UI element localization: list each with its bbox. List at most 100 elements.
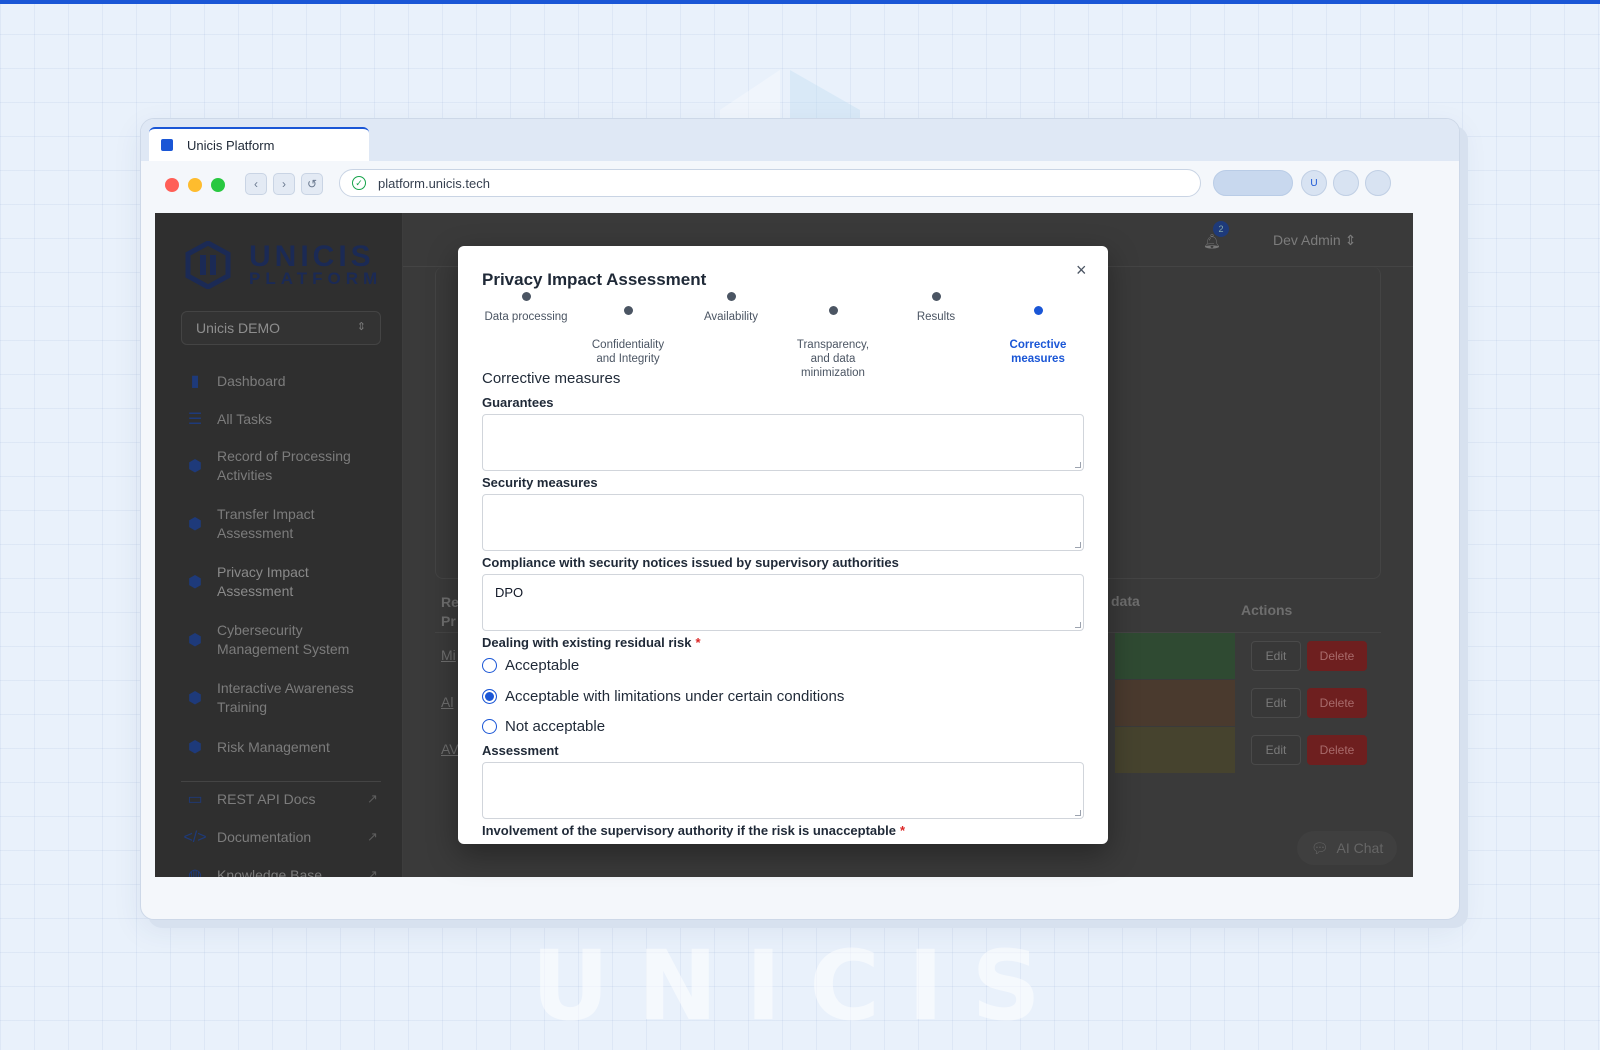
sidebar-item-label: All Tasks: [217, 410, 272, 427]
edit-button[interactable]: Edit: [1251, 641, 1301, 671]
extension-button[interactable]: [1333, 170, 1359, 196]
sidebar-item-label: Risk Management: [217, 738, 330, 755]
step-dot: [931, 292, 941, 301]
sidebar-link-label: Documentation: [217, 828, 312, 845]
security-measures-textarea[interactable]: [482, 494, 1084, 551]
ai-chat-button[interactable]: 💬︎ AI Chat: [1297, 831, 1397, 865]
browser-tab[interactable]: Unicis Platform: [149, 127, 369, 161]
resize-grip-icon[interactable]: [1075, 810, 1081, 816]
assessment-textarea[interactable]: [482, 762, 1084, 819]
step-confidentiality[interactable]: Confidentiality and Integrity: [578, 292, 678, 380]
step-transparency[interactable]: Transparency, and data minimization: [783, 292, 883, 394]
radio-not-acceptable[interactable]: Not acceptable: [482, 718, 605, 735]
forward-arrow-icon[interactable]: ›: [273, 173, 295, 195]
step-dot: [623, 306, 633, 315]
sidebar-link-label: REST API Docs: [217, 790, 316, 807]
risk-color-cell: [1115, 727, 1235, 773]
radio-label: Not acceptable: [505, 718, 606, 735]
compliance-value: DPO: [495, 585, 524, 600]
bar-chart-icon: ▮: [190, 372, 200, 390]
sidebar-item-training[interactable]: ⬢ Interactive Awareness Training: [185, 679, 354, 717]
residual-risk-label-text: Dealing with existing residual risk: [482, 635, 692, 650]
notification-badge: 2: [1213, 221, 1229, 237]
brand-logo[interactable]: UNICIS PLATFORM: [185, 241, 382, 289]
sidebar-item-tia[interactable]: ⬢ Transfer Impact Assessment: [185, 505, 315, 543]
reload-icon[interactable]: ↺: [301, 173, 323, 195]
radio-acceptable-with-limitations[interactable]: Acceptable with limitations under certai…: [482, 688, 844, 705]
required-asterisk: *: [899, 823, 906, 838]
radio-circle[interactable]: [482, 719, 497, 734]
maximize-window-dot[interactable]: [211, 178, 225, 192]
sidebar-item-all-tasks[interactable]: ☰ All Tasks: [185, 409, 272, 429]
sidebar-item-label: Transfer Impact Assessment: [217, 506, 315, 541]
browser-toolbar: ‹ › ↺ ✓ platform.unicis.tech U: [141, 161, 1459, 209]
sidebar-item-ropa[interactable]: ⬢ Record of Processing Activities: [185, 447, 351, 485]
profile-avatar[interactable]: U: [1301, 170, 1327, 196]
brand-subtitle: PLATFORM: [249, 269, 383, 289]
step-dot: [726, 292, 736, 301]
edit-button[interactable]: Edit: [1251, 735, 1301, 765]
assessment-label: Assessment: [482, 743, 559, 758]
sidebar-item-label: Cybersecurity Management System: [217, 622, 350, 657]
guarantees-textarea[interactable]: [482, 414, 1084, 471]
ai-chat-label: AI Chat: [1336, 840, 1384, 856]
sidebar-link-api-docs[interactable]: ▭ REST API Docs ↗: [185, 789, 377, 809]
background-logo-shape: [720, 70, 860, 125]
back-arrow-icon[interactable]: ‹: [245, 173, 267, 195]
step-corrective-measures[interactable]: Corrective measures: [988, 292, 1088, 380]
column-header: Re Pr: [441, 594, 459, 629]
edit-button[interactable]: Edit: [1251, 688, 1301, 718]
resize-grip-icon[interactable]: [1075, 622, 1081, 628]
step-data-processing[interactable]: Data processing: [476, 292, 576, 324]
column-header-actions: Actions: [1241, 602, 1293, 618]
delete-button[interactable]: Delete: [1307, 688, 1367, 718]
radio-acceptable[interactable]: Acceptable: [482, 657, 579, 674]
sidebar-item-dashboard[interactable]: ▮ Dashboard: [185, 371, 286, 391]
external-link-icon: ↗: [367, 867, 378, 877]
close-window-dot[interactable]: [165, 178, 179, 192]
resize-grip-icon[interactable]: [1075, 462, 1081, 468]
radio-circle-selected[interactable]: [482, 689, 497, 704]
sidebar-link-label: Knowledge Base: [217, 866, 323, 878]
brand-name: UNICIS: [249, 239, 375, 273]
resize-grip-icon[interactable]: [1075, 542, 1081, 548]
compliance-textarea[interactable]: DPO: [482, 574, 1084, 631]
risk-icon: ⬢: [188, 738, 202, 756]
radio-label: Acceptable with limitations under certai…: [505, 688, 845, 705]
sidebar-link-documentation[interactable]: </> Documentation ↗: [183, 827, 377, 847]
toolbar-pill-button[interactable]: [1213, 170, 1293, 196]
column-header: data: [1111, 593, 1140, 609]
minimize-window-dot[interactable]: [188, 178, 202, 192]
residual-risk-label: Dealing with existing residual risk *: [482, 635, 701, 650]
sidebar-item-pia[interactable]: ⬢ Privacy Impact Assessment: [185, 563, 309, 601]
user-menu[interactable]: Dev Admin ⇕: [1273, 232, 1356, 249]
close-icon[interactable]: ×: [1076, 260, 1087, 281]
address-bar[interactable]: ✓ platform.unicis.tech: [339, 169, 1201, 197]
sidebar-item-cms[interactable]: ⬢ Cybersecurity Management System: [185, 621, 349, 659]
row-link[interactable]: Al: [441, 694, 453, 710]
radio-circle[interactable]: [482, 658, 497, 673]
sidebar-link-knowledge-base[interactable]: ◍ Knowledge Base ↗: [185, 865, 378, 878]
transfer-icon: ⬢: [188, 515, 202, 533]
external-link-icon: ↗: [367, 791, 378, 806]
unicis-logo-icon: [185, 241, 231, 289]
security-measures-label: Security measures: [482, 475, 598, 490]
step-label: Confidentiality and Integrity: [591, 339, 665, 365]
sidebar-item-label: Record of Processing Activities: [217, 448, 351, 483]
delete-button[interactable]: Delete: [1307, 641, 1367, 671]
organization-select[interactable]: Unicis DEMO ⇕: [181, 311, 381, 345]
external-link-icon: ↗: [367, 829, 378, 844]
delete-button[interactable]: Delete: [1307, 735, 1367, 765]
step-results[interactable]: Results: [886, 292, 986, 324]
step-dot: [521, 292, 531, 301]
sidebar-item-label: Privacy Impact Assessment: [217, 564, 309, 599]
sidebar-item-label: Dashboard: [217, 372, 286, 389]
tab-strip: Unicis Platform: [141, 119, 1459, 161]
sidebar-item-risk[interactable]: ⬢ Risk Management: [185, 737, 330, 757]
step-label: Corrective measures: [1009, 339, 1067, 365]
step-availability[interactable]: Availability: [681, 292, 781, 324]
row-link[interactable]: AV: [441, 741, 459, 757]
row-link[interactable]: Mi: [441, 647, 456, 663]
menu-button[interactable]: [1365, 170, 1391, 196]
step-dot: [828, 306, 838, 315]
